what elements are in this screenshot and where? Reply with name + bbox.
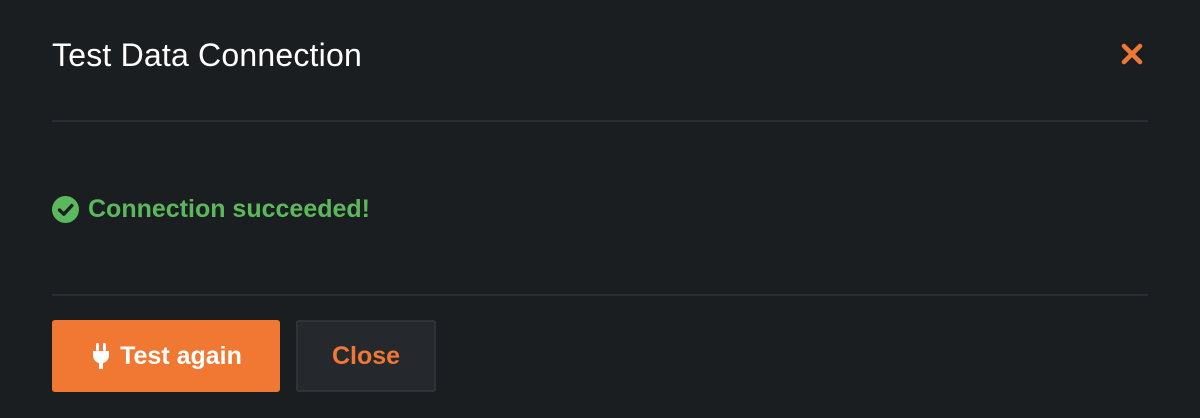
modal-header: Test Data Connection: [52, 0, 1148, 122]
close-button-label: Close: [331, 341, 401, 370]
close-icon[interactable]: [1120, 42, 1144, 66]
test-again-button[interactable]: Test again: [52, 320, 280, 392]
plug-icon: [90, 342, 112, 370]
test-connection-modal: Test Data Connection Connection succeede…: [0, 0, 1200, 418]
check-circle-icon: [52, 195, 79, 223]
modal-footer: Test again Close: [52, 296, 1148, 418]
modal-title: Test Data Connection: [52, 37, 362, 73]
modal-body: Connection succeeded!: [52, 122, 1148, 296]
status-message: Connection succeeded!: [52, 194, 370, 224]
test-again-label: Test again: [120, 341, 242, 370]
status-text: Connection succeeded!: [88, 195, 370, 223]
close-button[interactable]: Close: [296, 320, 436, 392]
